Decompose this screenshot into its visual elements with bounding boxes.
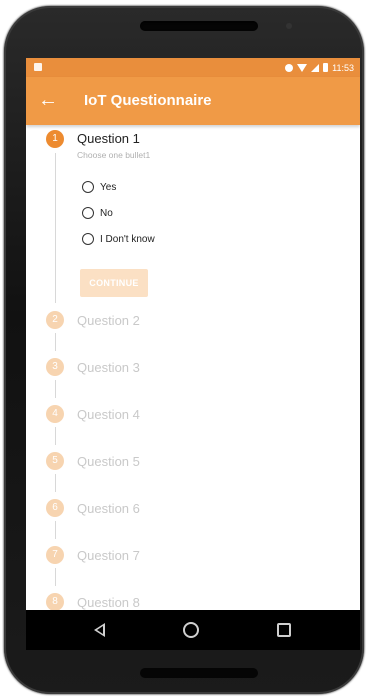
option-label: I Don't know <box>100 233 155 245</box>
status-icons: 11:53 <box>285 61 354 74</box>
radio-button[interactable] <box>82 181 94 193</box>
home-circle-icon[interactable] <box>183 622 199 638</box>
step-title: Question 3 <box>77 360 140 375</box>
step-title: Question 8 <box>77 595 140 610</box>
app-bar: ← IoT Questionnaire <box>26 77 360 125</box>
step-number-badge: 6 <box>46 499 64 517</box>
step-subtitle: Choose one bullet1 <box>77 150 151 160</box>
step-number-badge: 4 <box>46 405 64 423</box>
option-label: Yes <box>100 181 117 193</box>
recents-square-icon[interactable] <box>277 623 291 637</box>
step-connector <box>55 153 56 303</box>
top-speaker <box>140 21 258 31</box>
step-number-badge: 1 <box>46 130 64 148</box>
step-connector <box>55 380 56 398</box>
radio-button[interactable] <box>82 233 94 245</box>
radio-button[interactable] <box>82 207 94 219</box>
step-number-badge: 7 <box>46 546 64 564</box>
front-camera <box>286 23 292 29</box>
step-number-badge: 8 <box>46 593 64 610</box>
status-bar: 11:53 <box>26 58 360 77</box>
arrow-left-icon[interactable]: ← <box>36 89 60 113</box>
step-title: Question 7 <box>77 548 140 563</box>
questionnaire-stepper: 1 Question 1 Choose one bullet1 Yes No I… <box>26 125 360 610</box>
step-number-badge: 5 <box>46 452 64 470</box>
back-triangle-inner <box>97 626 103 634</box>
step-title: Question 6 <box>77 501 140 516</box>
continue-button[interactable]: CONTINUE <box>80 269 148 297</box>
notification-icon <box>34 63 42 71</box>
step-title: Question 1 <box>77 131 140 146</box>
step-number-badge: 3 <box>46 358 64 376</box>
wifi-icon <box>297 63 308 72</box>
step-number-badge: 2 <box>46 311 64 329</box>
battery-icon <box>323 63 329 72</box>
circle-status-icon <box>285 63 294 72</box>
option-no[interactable]: No <box>82 205 113 221</box>
navigation-bar <box>26 610 360 650</box>
option-yes[interactable]: Yes <box>82 179 116 195</box>
step-connector <box>55 521 56 539</box>
option-dont-know[interactable]: I Don't know <box>82 231 155 247</box>
bottom-speaker <box>140 668 258 678</box>
page-title: IoT Questionnaire <box>84 92 212 109</box>
step-title: Question 4 <box>77 407 140 422</box>
status-time: 11:53 <box>332 62 354 73</box>
step-connector <box>55 427 56 445</box>
step-title: Question 2 <box>77 313 140 328</box>
screen: 11:53 ← IoT Questionnaire 1 Question 1 C… <box>26 58 360 610</box>
step-connector <box>55 333 56 351</box>
signal-icon <box>311 63 320 72</box>
step-connector <box>55 474 56 492</box>
step-connector <box>55 568 56 586</box>
step-title: Question 5 <box>77 454 140 469</box>
option-label: No <box>100 207 113 219</box>
